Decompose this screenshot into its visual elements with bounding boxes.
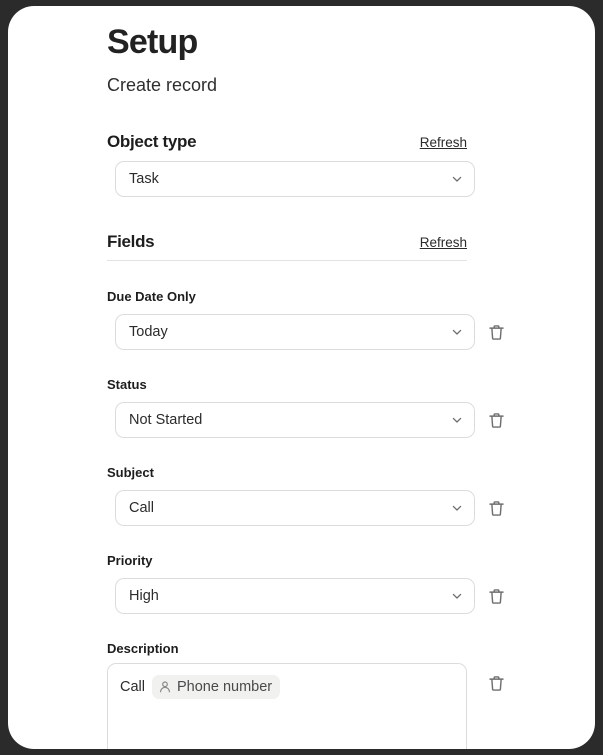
field-textarea-description[interactable]: Call Phone number bbox=[107, 663, 467, 749]
fields-divider bbox=[107, 260, 467, 261]
delete-field-status-button[interactable] bbox=[485, 409, 507, 431]
object-type-section-header: Object type Refresh bbox=[107, 132, 467, 152]
page-subtitle: Create record bbox=[107, 75, 218, 95]
field-select-priority[interactable]: High bbox=[115, 578, 475, 614]
fields-refresh-link[interactable]: Refresh bbox=[420, 235, 467, 250]
device-frame: Setup Create record Object type Refresh … bbox=[0, 0, 603, 755]
object-type-heading: Object type bbox=[107, 132, 197, 151]
field-label-description: Description bbox=[107, 641, 179, 656]
object-type-select[interactable]: Task bbox=[115, 161, 475, 197]
panel-card: Setup Create record Object type Refresh … bbox=[8, 6, 595, 749]
delete-field-priority-button[interactable] bbox=[485, 585, 507, 607]
chevron-down-icon bbox=[451, 173, 463, 185]
field-value-priority: High bbox=[129, 588, 159, 604]
object-type-refresh-link[interactable]: Refresh bbox=[420, 135, 467, 150]
fields-heading: Fields bbox=[107, 232, 155, 251]
field-label-due-date-only: Due Date Only bbox=[107, 289, 196, 304]
delete-field-description-button[interactable] bbox=[485, 672, 507, 694]
delete-field-subject-button[interactable] bbox=[485, 497, 507, 519]
field-select-subject[interactable]: Call bbox=[115, 490, 475, 526]
field-select-due-date-only[interactable]: Today bbox=[115, 314, 475, 350]
description-content-line: Call Phone number bbox=[120, 675, 454, 699]
field-label-subject: Subject bbox=[107, 465, 154, 480]
chevron-down-icon bbox=[451, 590, 463, 602]
field-value-due-date-only: Today bbox=[129, 324, 168, 340]
field-value-status: Not Started bbox=[129, 412, 203, 428]
description-text: Call bbox=[120, 679, 145, 695]
fields-section-header: Fields Refresh bbox=[107, 232, 467, 252]
chevron-down-icon bbox=[451, 414, 463, 426]
field-value-subject: Call bbox=[129, 500, 154, 516]
delete-field-due-date-only-button[interactable] bbox=[485, 321, 507, 343]
description-token-phone-number[interactable]: Phone number bbox=[151, 675, 281, 699]
page-title: Setup bbox=[107, 23, 198, 61]
chevron-down-icon bbox=[451, 326, 463, 338]
person-icon bbox=[158, 680, 172, 694]
object-type-select-value: Task bbox=[129, 171, 159, 187]
field-select-status[interactable]: Not Started bbox=[115, 402, 475, 438]
description-token-label: Phone number bbox=[176, 679, 273, 695]
field-label-priority: Priority bbox=[107, 553, 153, 568]
setup-panel: Setup Create record Object type Refresh … bbox=[8, 6, 595, 749]
chevron-down-icon bbox=[451, 502, 463, 514]
field-label-status: Status bbox=[107, 377, 147, 392]
